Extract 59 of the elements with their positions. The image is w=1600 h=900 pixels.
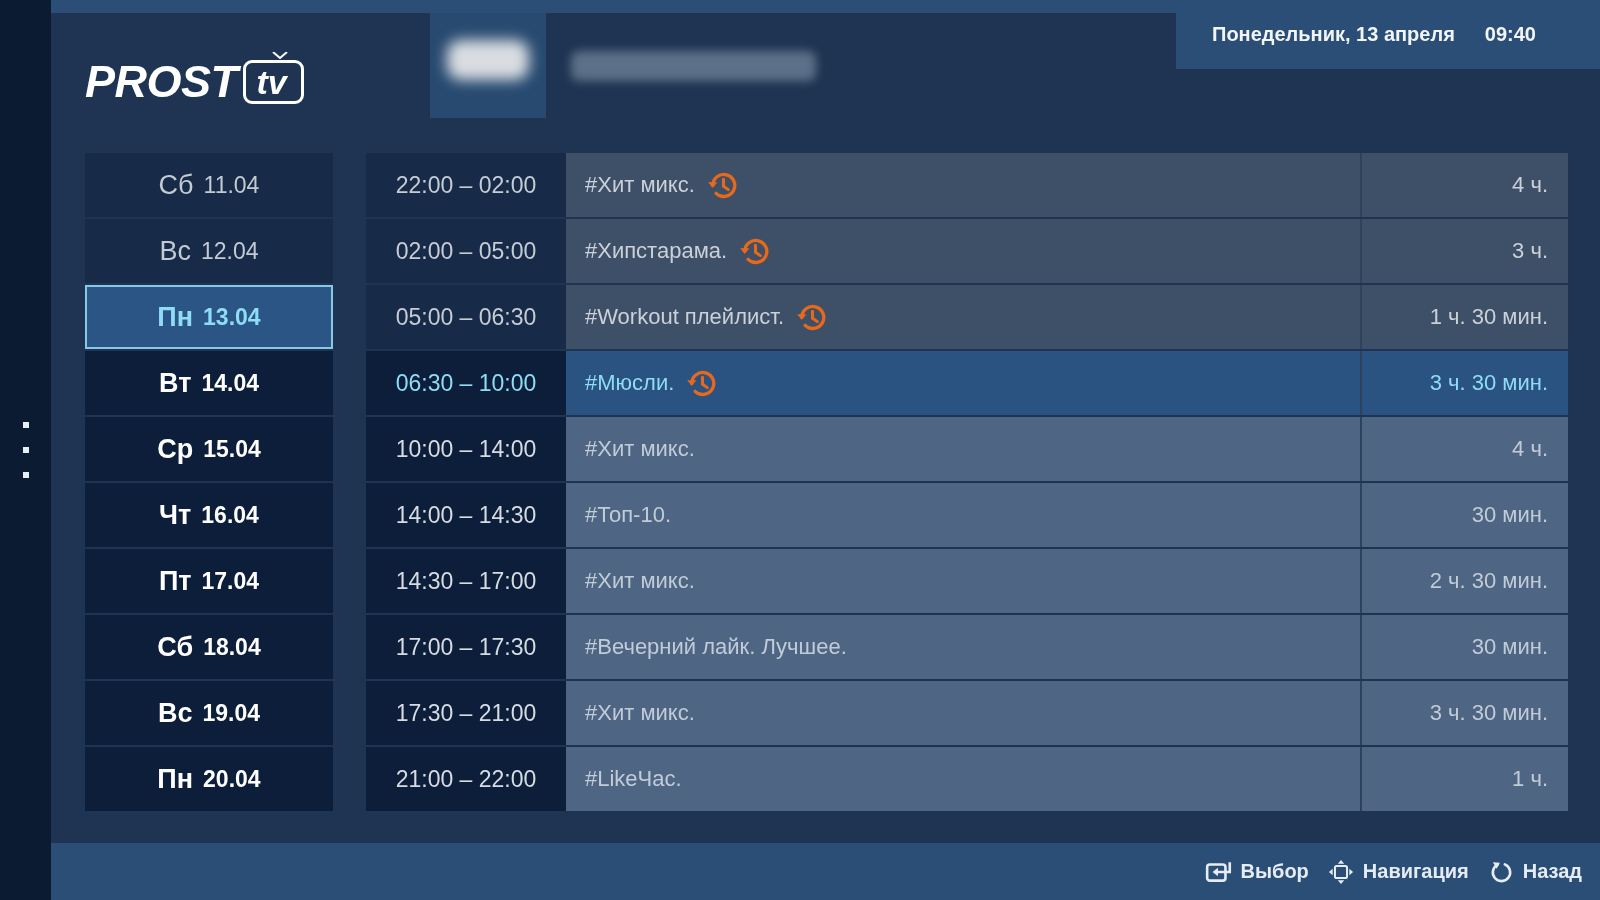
- program-title: #Хит микс.: [585, 172, 695, 198]
- logo-tv-badge: tv: [242, 60, 304, 104]
- program-row[interactable]: 10:00 – 14:00 #Хит микс. 4 ч.: [366, 417, 1568, 481]
- program-row[interactable]: 05:00 – 06:30 #Workout плейлист. 1 ч. 30 мин.: [366, 285, 1568, 349]
- program-row[interactable]: 14:30 – 17:00 #Хит микс. 2 ч. 30 мин.: [366, 549, 1568, 613]
- day-tab[interactable]: Вт 14.04: [85, 351, 333, 415]
- program-title: #Хит микс.: [585, 436, 695, 462]
- day-tab[interactable]: Пт 17.04: [85, 549, 333, 613]
- program-title: #Хит микс.: [585, 700, 695, 726]
- program-title: #Топ-10.: [585, 502, 671, 528]
- clock-time: 09:40: [1484, 23, 1536, 46]
- hint-label: Выбор: [1240, 860, 1309, 883]
- duration-label: 1 ч.: [1360, 747, 1568, 811]
- program-row[interactable]: 21:00 – 22:00 #LikeЧас. 1 ч.: [366, 747, 1568, 811]
- time-slot: 14:00 – 14:30: [366, 483, 566, 547]
- day-tab[interactable]: Сб 11.04: [85, 153, 333, 217]
- duration-label: 4 ч.: [1360, 153, 1568, 217]
- time-slot: 21:00 – 22:00: [366, 747, 566, 811]
- time-slot: 17:30 – 21:00: [366, 681, 566, 745]
- program-title: #Workout плейлист.: [585, 304, 784, 330]
- hint-label: Навигация: [1362, 860, 1469, 883]
- time-slot: 17:00 – 17:30: [366, 615, 566, 679]
- program-title: #Мюсли.: [585, 370, 675, 396]
- day-tab[interactable]: Чт 16.04: [85, 483, 333, 547]
- day-tab[interactable]: Ср 15.04: [85, 417, 333, 481]
- duration-label: 30 мин.: [1360, 615, 1568, 679]
- time-slot: 10:00 – 14:00: [366, 417, 566, 481]
- duration-label: 3 ч. 30 мин.: [1360, 681, 1568, 745]
- day-tab[interactable]: Пн 20.04: [85, 747, 333, 811]
- program-row[interactable]: 17:00 – 17:30 #Вечерний лайк. Лучшее. 30 мин.: [366, 615, 1568, 679]
- antenna-icon: [270, 52, 289, 59]
- program-row[interactable]: 17:30 – 21:00 #Хит микс. 3 ч. 30 мин.: [366, 681, 1568, 745]
- duration-label: 30 мин.: [1360, 483, 1568, 547]
- program-title: #Хит микс.: [585, 568, 695, 594]
- program-row[interactable]: 02:00 – 05:00 #Хипстарама. 3 ч.: [366, 219, 1568, 283]
- program-row[interactable]: 06:30 – 10:00 #Мюсли. 3 ч. 30 мин.: [366, 351, 1568, 415]
- time-slot: 02:00 – 05:00: [366, 219, 566, 283]
- day-tab[interactable]: Пн 13.04: [85, 285, 333, 349]
- day-tab[interactable]: Вс 19.04: [85, 681, 333, 745]
- program-row[interactable]: 22:00 – 02:00 #Хит микс. 4 ч.: [366, 153, 1568, 217]
- time-slot: 14:30 – 17:00: [366, 549, 566, 613]
- date-label: Понедельник, 13 апреля: [1212, 23, 1455, 46]
- duration-label: 1 ч. 30 мин.: [1360, 285, 1568, 349]
- program-title: #LikeЧас.: [585, 766, 682, 792]
- time-slot: 22:00 – 02:00: [366, 153, 566, 217]
- navigation-arrows-icon: [1326, 858, 1355, 885]
- time-slot: 05:00 – 06:30: [366, 285, 566, 349]
- duration-label: 4 ч.: [1360, 417, 1568, 481]
- program-title: #Вечерний лайк. Лучшее.: [585, 634, 847, 660]
- time-slot: 06:30 – 10:00: [366, 351, 566, 415]
- hint-label: Назад: [1522, 860, 1582, 883]
- program-row[interactable]: 14:00 – 14:30 #Топ-10. 30 мин.: [366, 483, 1568, 547]
- duration-label: 2 ч. 30 мин.: [1360, 549, 1568, 613]
- day-tab[interactable]: Сб 18.04: [85, 615, 333, 679]
- duration-label: 3 ч. 30 мин.: [1360, 351, 1568, 415]
- more-dots-icon[interactable]: [22, 422, 29, 478]
- duration-label: 3 ч.: [1360, 219, 1568, 283]
- day-tab[interactable]: Вс 12.04: [85, 219, 333, 283]
- program-title: #Хипстарама.: [585, 238, 728, 264]
